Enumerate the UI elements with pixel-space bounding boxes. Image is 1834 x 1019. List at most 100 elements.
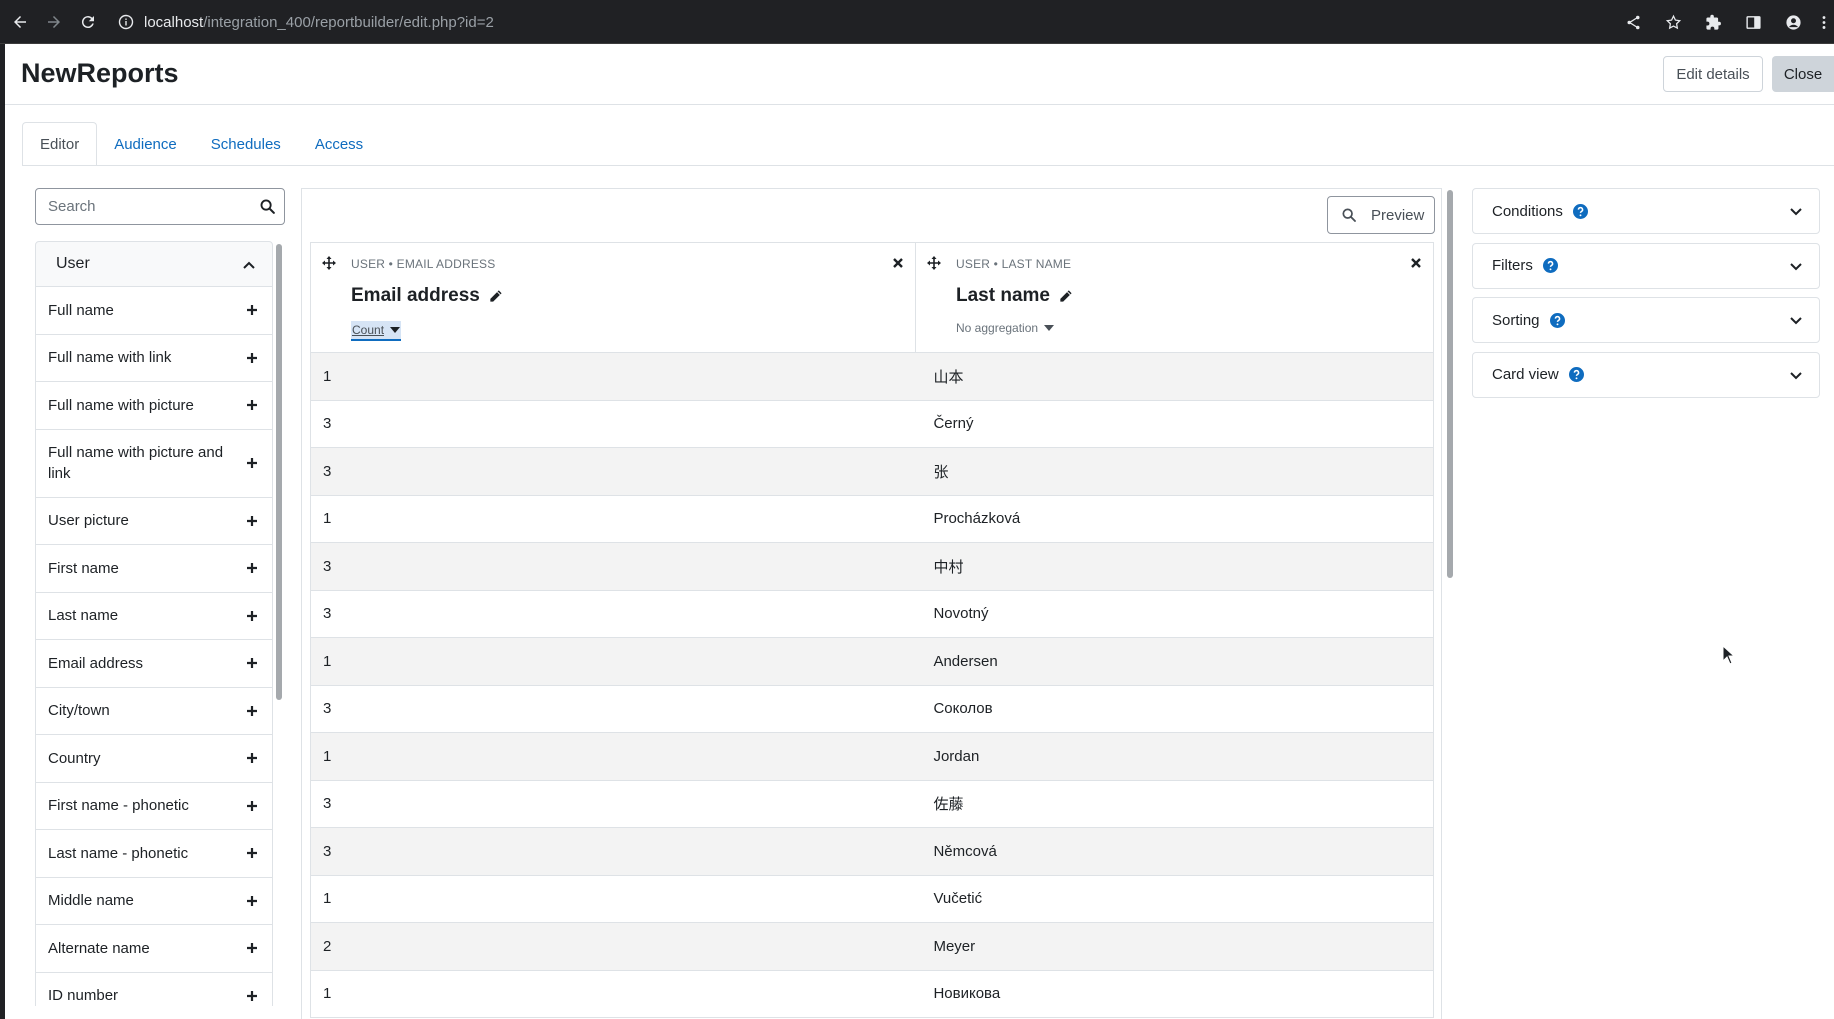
- field-item-email-address[interactable]: Email address: [35, 640, 273, 688]
- help-icon[interactable]: [1542, 258, 1558, 273]
- cell-lastname: 张: [933, 463, 949, 481]
- caret-down-icon: [390, 327, 401, 333]
- pencil-icon[interactable]: [1058, 289, 1073, 304]
- cell-lastname: Němcová: [933, 842, 997, 860]
- field-item-full-name[interactable]: Full name: [35, 287, 273, 335]
- search-input[interactable]: Search: [35, 188, 285, 225]
- category-header-user[interactable]: User: [35, 241, 273, 287]
- page-title: NewReports: [21, 58, 179, 88]
- cell-count: 3: [323, 700, 332, 718]
- column-source: USER • LAST NAME: [956, 257, 1072, 271]
- move-icon[interactable]: [322, 256, 336, 270]
- close-icon[interactable]: [893, 258, 903, 268]
- field-item-id-number[interactable]: ID number: [35, 972, 273, 1006]
- plus-icon: [247, 515, 257, 526]
- tab-access[interactable]: Access: [298, 122, 380, 166]
- share-icon[interactable]: [1620, 9, 1646, 35]
- info-icon[interactable]: [118, 14, 134, 30]
- field-label: Full name with picture and link: [48, 444, 224, 482]
- pencil-icon[interactable]: [488, 289, 503, 304]
- sidebar-scrollbar[interactable]: [276, 244, 282, 700]
- field-item-full-name-with-link[interactable]: Full name with link: [35, 334, 273, 382]
- profile-avatar-icon[interactable]: [1780, 9, 1806, 35]
- move-icon[interactable]: [927, 256, 941, 270]
- cell-count: 3: [323, 415, 332, 433]
- card-title: Sorting: [1492, 311, 1540, 329]
- cell-lastname: Vučetić: [933, 890, 983, 908]
- field-label: Email address: [48, 654, 144, 672]
- field-item-full-name-with-picture-and-link[interactable]: Full name with picture and link: [35, 429, 273, 498]
- field-item-user-picture[interactable]: User picture: [35, 497, 273, 545]
- cell-lastname: Новикова: [933, 985, 1001, 1003]
- field-label: Last name - phonetic: [48, 844, 189, 862]
- chevron-down-icon: [1790, 371, 1802, 379]
- table-row: 1 Andersen: [310, 638, 1434, 686]
- plus-icon: [247, 705, 257, 716]
- field-item-full-name-with-picture[interactable]: Full name with picture: [35, 382, 273, 430]
- chevron-down-icon: [1790, 208, 1802, 216]
- close-button[interactable]: Close: [1772, 56, 1834, 92]
- edit-details-button[interactable]: Edit details: [1663, 56, 1763, 92]
- extensions-puzzle-icon[interactable]: [1700, 9, 1726, 35]
- table-header: USER • EMAIL ADDRESS Email address Count…: [310, 242, 1434, 353]
- plus-icon: [247, 800, 257, 811]
- help-icon[interactable]: [1568, 367, 1584, 382]
- reload-icon[interactable]: [74, 8, 102, 36]
- bookmark-star-icon[interactable]: [1660, 9, 1686, 35]
- field-item-alternate-name[interactable]: Alternate name: [35, 925, 273, 973]
- help-icon[interactable]: [1549, 312, 1565, 328]
- cell-count: 3: [323, 842, 332, 860]
- tab-schedules[interactable]: Schedules: [194, 122, 298, 166]
- close-icon[interactable]: [1411, 258, 1421, 268]
- field-item-first-name-phonetic[interactable]: First name - phonetic: [35, 782, 273, 830]
- field-item-middle-name[interactable]: Middle name: [35, 877, 273, 925]
- table-body: 1 山本 3 Černý 3张 1 Procházková 3 中村 3 Novotný …: [310, 353, 1434, 1018]
- conditions-card[interactable]: Conditions: [1472, 188, 1820, 234]
- field-item-first-name[interactable]: First name: [35, 545, 273, 593]
- field-label: User picture: [48, 512, 129, 530]
- settings-panel: Conditions Filters Sorting Card view: [1472, 188, 1820, 406]
- cell-lastname: Černý: [933, 415, 974, 433]
- sorting-card[interactable]: Sorting: [1472, 297, 1820, 343]
- field-label: Full name with picture: [48, 396, 194, 414]
- field-item-last-name-phonetic[interactable]: Last name - phonetic: [35, 830, 273, 878]
- tab-editor[interactable]: Editor: [22, 122, 98, 166]
- card-view-card[interactable]: Card view: [1472, 351, 1820, 398]
- back-arrow-icon[interactable]: [6, 8, 34, 36]
- filters-card[interactable]: Filters: [1472, 242, 1820, 289]
- forward-arrow-icon[interactable]: [40, 8, 68, 36]
- cell-count: 1: [323, 510, 332, 528]
- field-item-last-name[interactable]: Last name: [35, 592, 273, 640]
- table-row: 3张: [310, 448, 1434, 496]
- help-icon[interactable]: [1572, 203, 1588, 219]
- table-row: 1 Jordan: [310, 733, 1434, 781]
- card-title: Conditions: [1492, 202, 1563, 220]
- plus-icon: [247, 610, 257, 621]
- field-label: Alternate name: [48, 939, 150, 957]
- field-label: Middle name: [48, 892, 134, 910]
- side-panel-icon[interactable]: [1740, 9, 1766, 35]
- field-item-country[interactable]: Country: [35, 735, 273, 783]
- search-placeholder: Search: [48, 198, 96, 215]
- aggregation-select[interactable]: No aggregation: [956, 321, 1055, 335]
- cell-lastname: Novotný: [933, 605, 989, 623]
- field-label: City/town: [48, 702, 110, 720]
- aggregation-select[interactable]: Count: [351, 321, 402, 341]
- address-bar[interactable]: localhost/integration_400/reportbuilder/…: [118, 9, 1638, 35]
- plus-icon: [247, 753, 257, 764]
- preview-label: Preview: [1371, 206, 1425, 224]
- column-title-text: Last name: [956, 285, 1050, 306]
- cell-count: 2: [323, 937, 332, 955]
- card-title: Card view: [1492, 366, 1559, 383]
- main-scrollbar[interactable]: [1447, 190, 1453, 578]
- tab-audience[interactable]: Audience: [97, 122, 194, 166]
- browser-menu-icon[interactable]: [1820, 9, 1828, 35]
- search-icon[interactable]: [259, 198, 276, 215]
- field-item-city-town[interactable]: City/town: [35, 687, 273, 735]
- plus-icon: [247, 895, 257, 906]
- table-row: 3 中村: [310, 543, 1434, 591]
- column-title: Email address: [351, 285, 503, 307]
- plus-icon: [247, 400, 257, 411]
- aggregation-value: No aggregation: [956, 321, 1039, 335]
- preview-button[interactable]: Preview: [1327, 196, 1435, 234]
